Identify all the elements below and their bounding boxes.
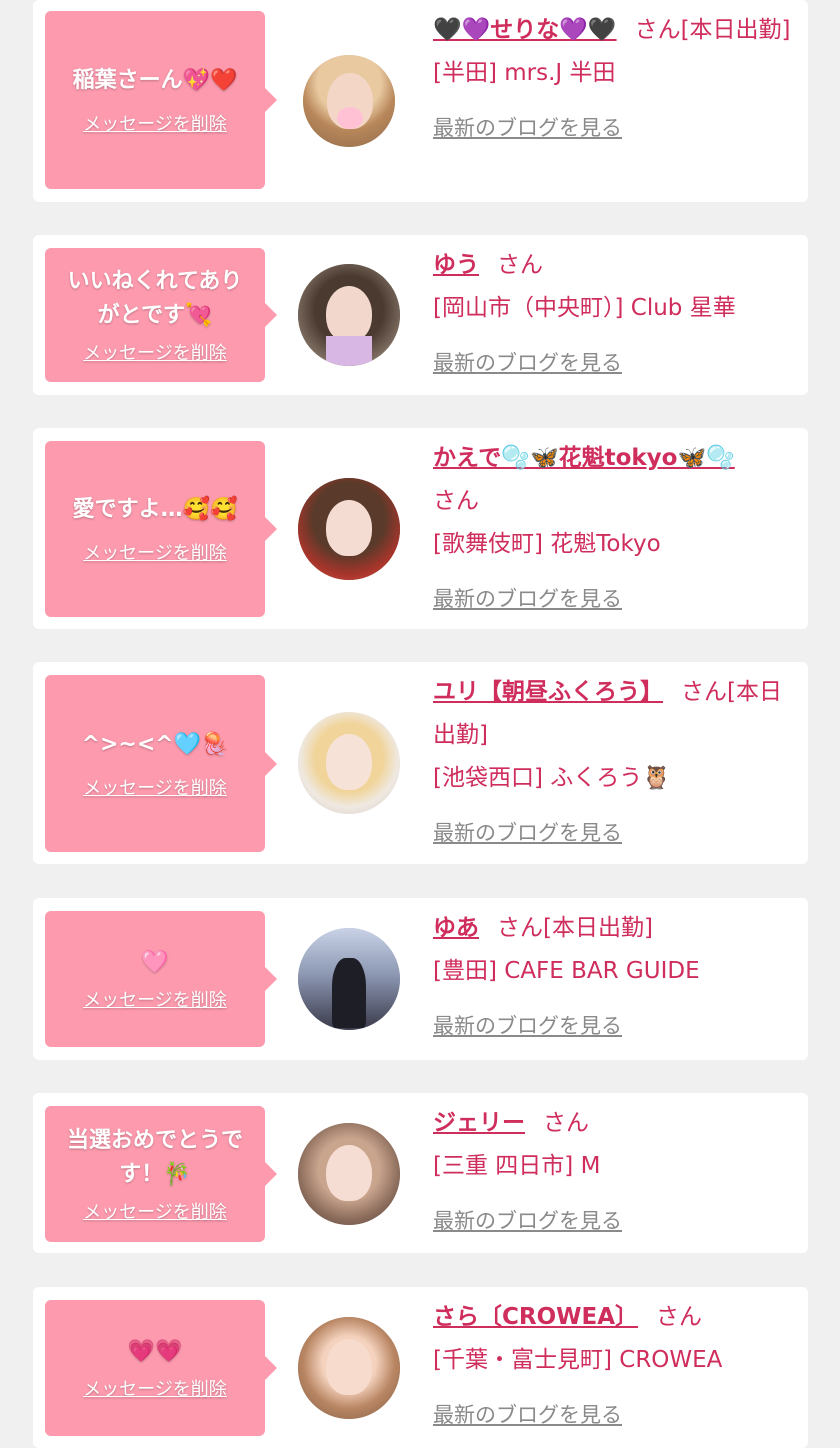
avatar[interactable] [298,478,400,580]
user-suffix: さん[本日出勤] [497,915,653,941]
latest-blog-link[interactable]: 最新のブログを見る [433,1005,622,1048]
avatar[interactable] [298,928,400,1030]
delete-message-link[interactable]: メッセージを削除 [83,774,227,800]
latest-blog-link[interactable]: 最新のブログを見る [433,1394,622,1437]
message-text: 稲葉さーん💖❤️ [72,68,238,93]
user-info: かえで🫧🦋花魁tokyo🦋🫧 さん [歌舞伎町] 花魁Tokyo 最新のブログを見… [433,437,803,621]
user-name-link[interactable]: ゆあ [433,915,479,941]
shop-label: [千葉・富士見町] CROWEA [433,1347,723,1373]
list-item: 🩷 メッセージを削除 ゆあ さん[本日出勤] [豊田] CAFE BAR GUID… [33,898,808,1060]
shop-label: [三重 四日市] M [433,1153,601,1179]
latest-blog-link[interactable]: 最新のブログを見る [433,342,622,385]
user-info: ユリ【朝昼ふくろう】 さん[本日出勤] [池袋西口] ふくろう🦉 最新のブログを見… [433,671,803,855]
message-text: ^>~<^🩵🪼 [81,731,229,757]
user-name-link[interactable]: かえで🫧🦋花魁tokyo🦋🫧 [433,445,735,471]
list-item: 💗💗 メッセージを削除 さら〔CROWEA〕 さん [千葉・富士見町] CROWE… [33,1287,808,1448]
delete-message-link[interactable]: メッセージを削除 [83,1198,227,1224]
avatar[interactable] [298,1317,400,1419]
delete-message-link[interactable]: メッセージを削除 [83,986,227,1012]
user-name-link[interactable]: ゆう [433,252,479,278]
latest-blog-link[interactable]: 最新のブログを見る [433,812,622,855]
list-item: 稲葉さーん💖❤️ メッセージを削除 🖤💜せりな💜🖤 さん[本日出勤] [半田] m… [33,0,808,202]
user-info: ゆう さん [岡山市（中央町）] Club 星華 最新のブログを見る [433,244,803,385]
avatar[interactable] [298,264,400,366]
user-name-link[interactable]: 🖤💜せりな💜🖤 [433,17,617,43]
message-bubble: ^>~<^🩵🪼 メッセージを削除 [45,675,277,852]
delete-message-link[interactable]: メッセージを削除 [83,339,227,365]
latest-blog-link[interactable]: 最新のブログを見る [433,107,622,150]
avatar[interactable] [303,55,395,147]
list-item: いいねくれてありがとです💘 メッセージを削除 ゆう さん [岡山市（中央町）] C… [33,235,808,395]
delete-message-link[interactable]: メッセージを削除 [83,110,227,136]
shop-label: [半田] mrs.J 半田 [433,60,616,86]
list-item: ^>~<^🩵🪼 メッセージを削除 ユリ【朝昼ふくろう】 さん[本日出勤] [池袋西… [33,662,808,864]
message-bubble: 当選おめでとうです！🎋 メッセージを削除 [45,1106,277,1242]
user-name-link[interactable]: ジェリー [433,1110,525,1136]
user-info: さら〔CROWEA〕 さん [千葉・富士見町] CROWEA 最新のブログを見る [433,1296,803,1437]
message-bubble: 愛ですよ…🥰🥰 メッセージを削除 [45,441,277,617]
shop-label: [岡山市（中央町）] Club 星華 [433,295,736,321]
latest-blog-link[interactable]: 最新のブログを見る [433,1200,622,1243]
message-text: 💗💗 [127,1339,183,1364]
shop-label: [豊田] CAFE BAR GUIDE [433,958,700,984]
message-text: 当選おめでとうです！🎋 [66,1128,243,1187]
avatar[interactable] [298,1123,400,1225]
shop-label: [池袋西口] ふくろう🦉 [433,765,671,791]
delete-message-link[interactable]: メッセージを削除 [83,1375,227,1401]
message-text: 愛ですよ…🥰🥰 [72,497,238,522]
list-item: 愛ですよ…🥰🥰 メッセージを削除 かえで🫧🦋花魁tokyo🦋🫧 さん [歌舞伎町]… [33,428,808,629]
user-name-link[interactable]: ユリ【朝昼ふくろう】 [433,679,663,705]
message-bubble: 🩷 メッセージを削除 [45,911,277,1047]
shop-label: [歌舞伎町] 花魁Tokyo [433,531,661,557]
user-suffix: さん [543,1110,589,1136]
message-bubble: いいねくれてありがとです💘 メッセージを削除 [45,248,277,382]
user-name-link[interactable]: さら〔CROWEA〕 [433,1304,638,1330]
message-text: 🩷 [141,950,169,975]
message-bubble: 💗💗 メッセージを削除 [45,1300,277,1436]
user-info: ゆあ さん[本日出勤] [豊田] CAFE BAR GUIDE 最新のブログを見る [433,907,803,1048]
message-bubble: 稲葉さーん💖❤️ メッセージを削除 [45,11,277,189]
user-info: 🖤💜せりな💜🖤 さん[本日出勤] [半田] mrs.J 半田 最新のブログを見る [433,9,803,150]
message-text: いいねくれてありがとです💘 [67,269,243,328]
user-suffix: さん [656,1304,703,1330]
user-info: ジェリー さん [三重 四日市] M 最新のブログを見る [433,1102,803,1243]
avatar[interactable] [298,712,400,814]
delete-message-link[interactable]: メッセージを削除 [83,539,227,565]
list-item: 当選おめでとうです！🎋 メッセージを削除 ジェリー さん [三重 四日市] M 最… [33,1093,808,1253]
user-suffix: さん [433,488,479,514]
user-suffix: さん [497,252,543,278]
user-suffix: さん[本日出勤] [634,17,791,43]
latest-blog-link[interactable]: 最新のブログを見る [433,578,622,621]
